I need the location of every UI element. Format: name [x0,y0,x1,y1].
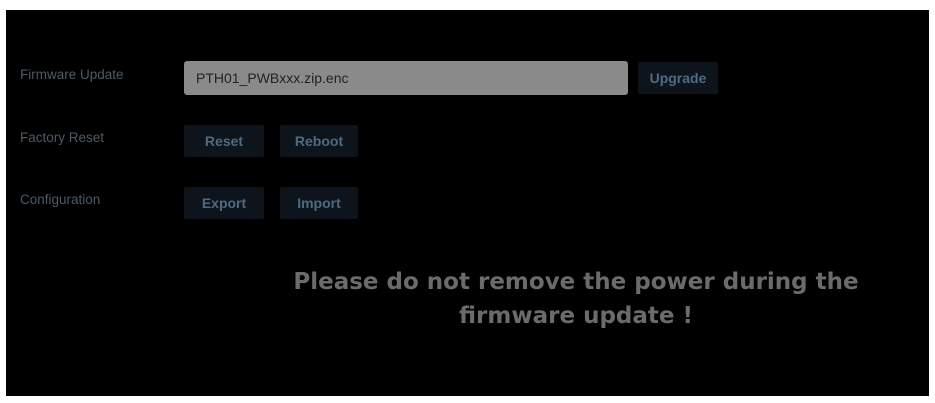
firmware-update-label: Firmware Update [20,67,124,82]
upgrade-button[interactable]: Upgrade [638,62,718,94]
configuration-label: Configuration [20,192,101,207]
export-button[interactable]: Export [184,187,264,219]
warning-line-1: Please do not remove the power during th… [293,269,859,295]
firmware-file-field[interactable]: PTH01_PWBxxx.zip.enc [184,61,628,95]
firmware-warning-message: Please do not remove the power during th… [236,265,916,333]
reset-button[interactable]: Reset [184,125,264,157]
import-button[interactable]: Import [280,187,358,219]
reboot-button[interactable]: Reboot [280,125,358,157]
warning-line-2: firmware update ! [459,303,693,329]
factory-reset-label: Factory Reset [20,130,105,145]
maintenance-panel: Firmware Update PTH01_PWBxxx.zip.enc Upg… [6,10,929,396]
